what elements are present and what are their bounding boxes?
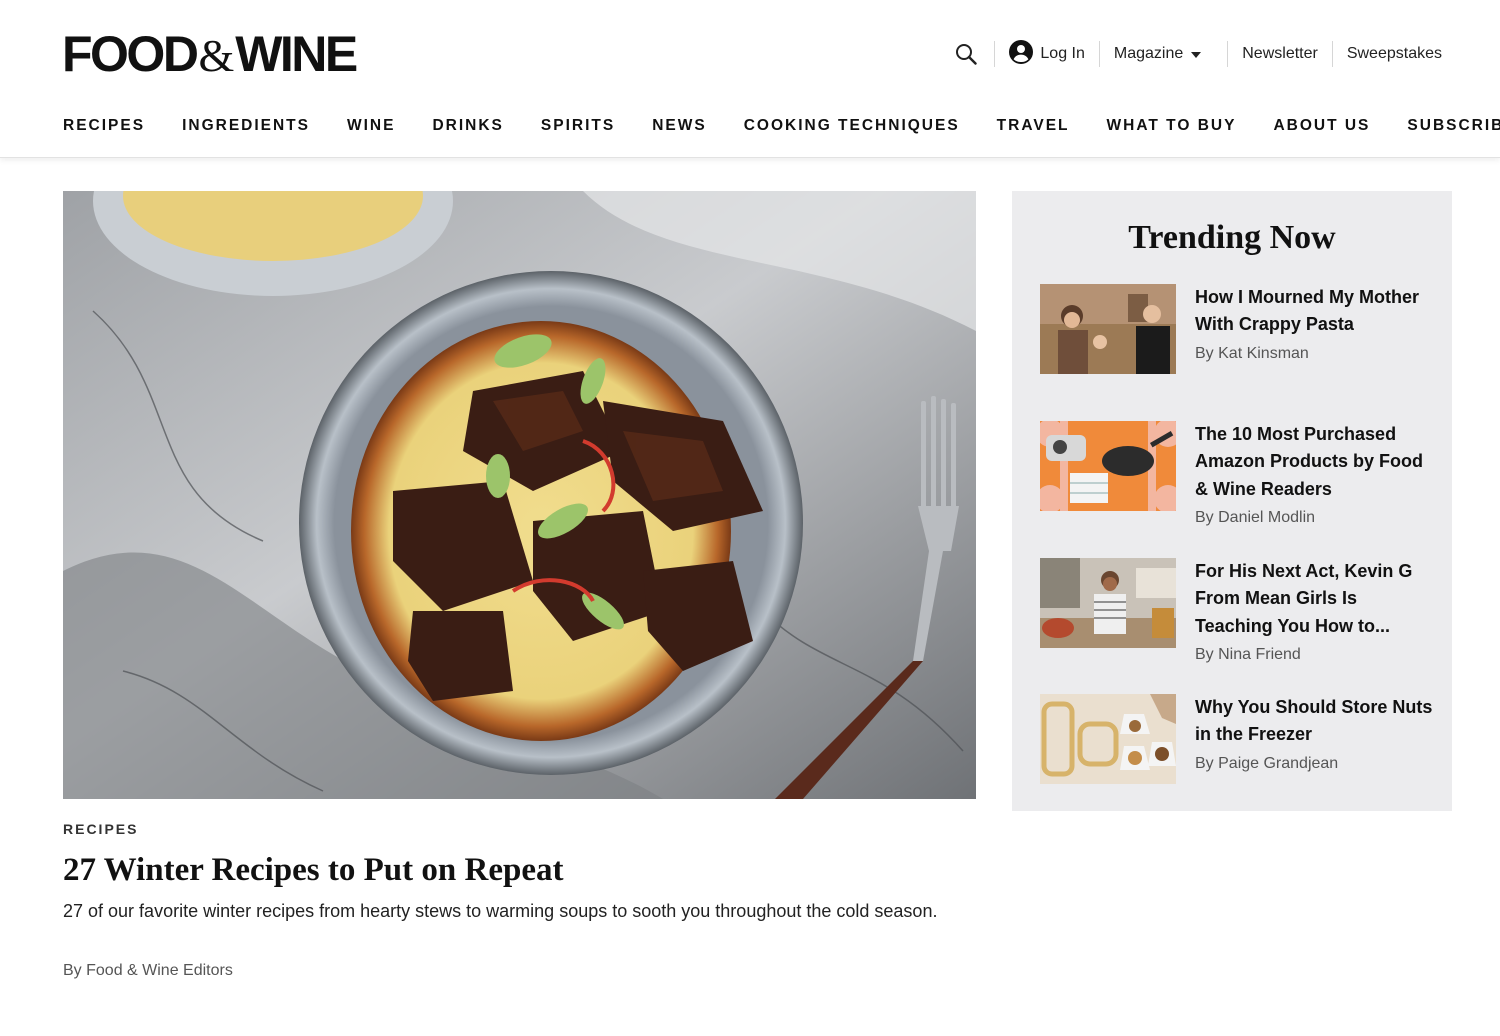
trending-thumbnail[interactable] bbox=[1040, 558, 1176, 648]
site-header: FOOD & WINE Log In Magazine Newsletter S… bbox=[0, 0, 1500, 158]
short-rib-polenta-photo bbox=[63, 191, 976, 799]
logo-part-food: FOOD bbox=[62, 26, 199, 82]
trending-item-title[interactable]: The 10 Most Purchased Amazon Products by… bbox=[1195, 421, 1435, 503]
magazine-label: Magazine bbox=[1113, 45, 1184, 62]
nav-wine[interactable]: WINE bbox=[347, 117, 395, 135]
nav-about-us[interactable]: ABOUT US bbox=[1273, 117, 1370, 135]
nav-drinks[interactable]: DRINKS bbox=[432, 117, 503, 135]
trending-item-byline: By Nina Friend bbox=[1195, 645, 1301, 663]
trending-item[interactable]: How I Mourned My Mother With Crappy Past… bbox=[1040, 284, 1435, 394]
family-photo-thumbnail bbox=[1040, 284, 1176, 374]
logo-part-wine: WINE bbox=[235, 26, 358, 82]
caret-down-icon bbox=[1191, 45, 1202, 63]
account-icon bbox=[1009, 39, 1034, 69]
amazon-products-thumbnail bbox=[1040, 421, 1176, 511]
trending-item[interactable]: The 10 Most Purchased Amazon Products by… bbox=[1040, 421, 1435, 531]
trending-item-byline: By Kat Kinsman bbox=[1195, 344, 1309, 362]
nav-ingredients[interactable]: INGREDIENTS bbox=[182, 117, 310, 135]
feature-byline: By Food & Wine Editors bbox=[63, 962, 233, 979]
feature-category[interactable]: RECIPES bbox=[63, 821, 138, 837]
trending-item-byline: By Paige Grandjean bbox=[1195, 754, 1339, 772]
magazine-dropdown[interactable]: Magazine bbox=[1100, 38, 1227, 70]
nav-recipes[interactable]: RECIPES bbox=[63, 117, 145, 135]
feature-image[interactable] bbox=[63, 191, 976, 799]
site-logo[interactable]: FOOD & WINE bbox=[62, 26, 358, 82]
nav-spirits[interactable]: SPIRITS bbox=[541, 117, 615, 135]
trending-item-title[interactable]: For His Next Act, Kevin G From Mean Girl… bbox=[1195, 558, 1435, 640]
feature-title[interactable]: 27 Winter Recipes to Put on Repeat bbox=[63, 850, 563, 890]
trending-thumbnail[interactable] bbox=[1040, 694, 1176, 784]
trending-thumbnail[interactable] bbox=[1040, 421, 1176, 511]
nav-what-to-buy[interactable]: WHAT TO BUY bbox=[1107, 117, 1237, 135]
subscribe-link[interactable]: SUBSCRIBE bbox=[1407, 117, 1500, 135]
feature-description: 27 of our favorite winter recipes from h… bbox=[63, 901, 938, 921]
nav-news[interactable]: NEWS bbox=[652, 117, 707, 135]
utility-nav: Log In Magazine Newsletter Sweepstakes bbox=[954, 38, 1442, 70]
trending-item[interactable]: Why You Should Store Nuts in the Freezer… bbox=[1040, 694, 1435, 804]
login-label: Log In bbox=[1040, 45, 1085, 62]
trending-item-title[interactable]: How I Mourned My Mother With Crappy Past… bbox=[1195, 284, 1435, 339]
main-nav: RECIPES INGREDIENTS WINE DRINKS SPIRITS … bbox=[63, 114, 1500, 138]
trending-item-title[interactable]: Why You Should Store Nuts in the Freezer bbox=[1195, 694, 1435, 749]
nav-cooking-techniques[interactable]: COOKING TECHNIQUES bbox=[744, 117, 960, 135]
logo-ampersand: & bbox=[198, 30, 234, 81]
trending-thumbnail[interactable] bbox=[1040, 284, 1176, 374]
search-icon[interactable] bbox=[954, 42, 978, 66]
nav-travel[interactable]: TRAVEL bbox=[997, 117, 1070, 135]
login-link[interactable]: Log In bbox=[995, 38, 1098, 70]
sweepstakes-link[interactable]: Sweepstakes bbox=[1333, 38, 1442, 70]
kitchen-portrait-thumbnail bbox=[1040, 558, 1176, 648]
trending-heading: Trending Now bbox=[1128, 219, 1336, 256]
nuts-storage-thumbnail bbox=[1040, 694, 1176, 784]
trending-item[interactable]: For His Next Act, Kevin G From Mean Girl… bbox=[1040, 558, 1435, 668]
newsletter-link[interactable]: Newsletter bbox=[1228, 38, 1332, 70]
trending-item-byline: By Daniel Modlin bbox=[1195, 508, 1316, 526]
